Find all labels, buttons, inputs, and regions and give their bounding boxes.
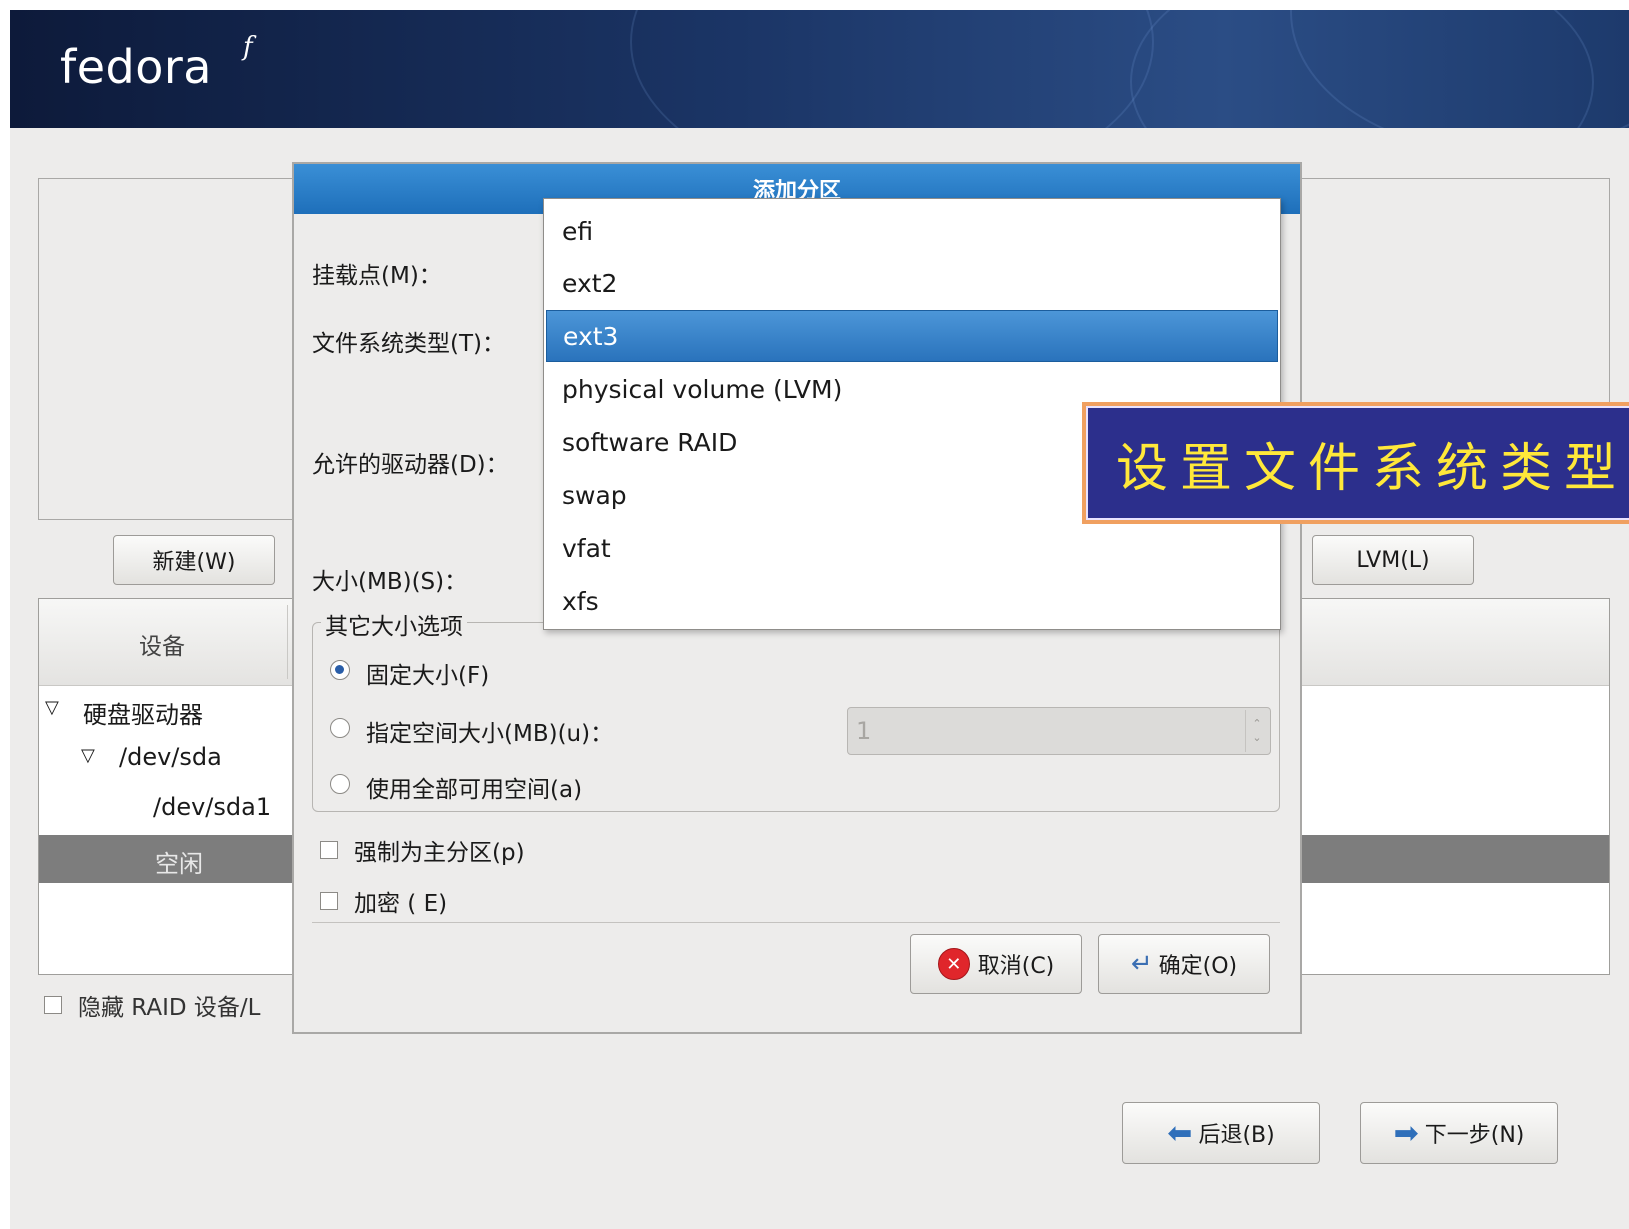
ok-button[interactable]: ↵ 确定(O) [1098, 934, 1270, 994]
fs-option-xfs[interactable]: xfs [546, 575, 1278, 627]
spin-arrows-icon[interactable]: ⌃ ⌄ [1245, 710, 1268, 752]
back-button-label: 后退(B) [1198, 1123, 1275, 1148]
next-button[interactable]: ➡ 下一步(N) [1360, 1102, 1558, 1164]
other-size-options-legend: 其它大小选项 [321, 607, 467, 641]
back-button[interactable]: ⬅ 后退(B) [1122, 1102, 1320, 1164]
lvm-label: LVM(L) [1356, 547, 1430, 573]
new-partition-label: 新建(W) [152, 550, 236, 575]
back-arrow-icon: ⬅ [1167, 1115, 1193, 1151]
tree-row-free[interactable]: 空闲 [155, 844, 203, 879]
enter-arrow-icon: ↵ [1130, 949, 1153, 979]
tree-header-device: 设备 [139, 634, 185, 660]
cancel-button[interactable]: ✕ 取消(C) [910, 934, 1082, 994]
fill-to-size-value: 1 [856, 717, 872, 745]
force-primary-label[interactable]: 强制为主分区(p) [354, 833, 525, 867]
mount-point-label: 挂载点(M)： [312, 263, 442, 289]
lvm-button[interactable]: LVM(L) [1312, 535, 1474, 585]
fill-to-size-spinbox[interactable]: 1 ⌃ ⌄ [847, 707, 1271, 755]
fill-to-size-label[interactable]: 指定空间大小(MB)(u)： [366, 714, 613, 748]
annotation-callout: 设置文件系统类型 [1082, 402, 1629, 524]
fs-type-label: 文件系统类型(T)： [312, 331, 505, 357]
fs-option-vfat[interactable]: vfat [546, 522, 1278, 574]
fs-option-efi[interactable]: efi [546, 205, 1278, 257]
hide-raid-checkbox[interactable] [44, 996, 62, 1014]
fedora-banner: fedora f [10, 10, 1629, 128]
encrypt-label[interactable]: 加密 ( E) [354, 884, 447, 918]
allowed-drives-label: 允许的驱动器(D)： [312, 452, 509, 478]
cancel-button-label: 取消(C) [977, 954, 1055, 979]
fs-option-ext2[interactable]: ext2 [546, 257, 1278, 309]
dialog-separator [312, 922, 1280, 923]
fixed-size-label[interactable]: 固定大小(F) [366, 656, 489, 690]
fill-all-label[interactable]: 使用全部可用空间(a) [366, 770, 582, 804]
size-label: 大小(MB)(S)： [312, 569, 468, 595]
installer-screen: fedora f 新建(W) LVM(L) 设备 ▽ 硬盘驱动器 ▽ /dev/… [10, 10, 1629, 1229]
fedora-logo-mark-icon: f [243, 32, 253, 62]
hide-raid-label: 隐藏 RAID 设备/L [78, 995, 261, 1021]
fs-option-ext3[interactable]: ext3 [546, 310, 1278, 362]
annotation-callout-box: 设置文件系统类型 [1086, 406, 1629, 520]
fill-to-size-radio[interactable] [330, 718, 350, 738]
ok-button-label: 确定(O) [1158, 954, 1238, 979]
fixed-size-radio[interactable] [330, 660, 350, 680]
annotation-callout-text: 设置文件系统类型 [1116, 438, 1629, 499]
tree-row-dev-sda1[interactable]: /dev/sda1 [153, 793, 271, 821]
new-partition-button[interactable]: 新建(W) [113, 535, 275, 585]
fill-all-radio[interactable] [330, 774, 350, 794]
tree-row-dev-sda[interactable]: /dev/sda [119, 743, 222, 771]
fedora-logo: fedora [60, 40, 212, 94]
next-button-label: 下一步(N) [1424, 1123, 1525, 1148]
cancel-x-icon: ✕ [937, 948, 970, 980]
next-arrow-icon: ➡ [1393, 1115, 1419, 1151]
encrypt-checkbox[interactable] [320, 892, 338, 910]
tree-row-hard-drives[interactable]: 硬盘驱动器 [83, 695, 203, 730]
force-primary-checkbox[interactable] [320, 841, 338, 859]
expander-down-icon[interactable]: ▽ [45, 697, 59, 718]
expander-down-icon[interactable]: ▽ [81, 745, 95, 766]
